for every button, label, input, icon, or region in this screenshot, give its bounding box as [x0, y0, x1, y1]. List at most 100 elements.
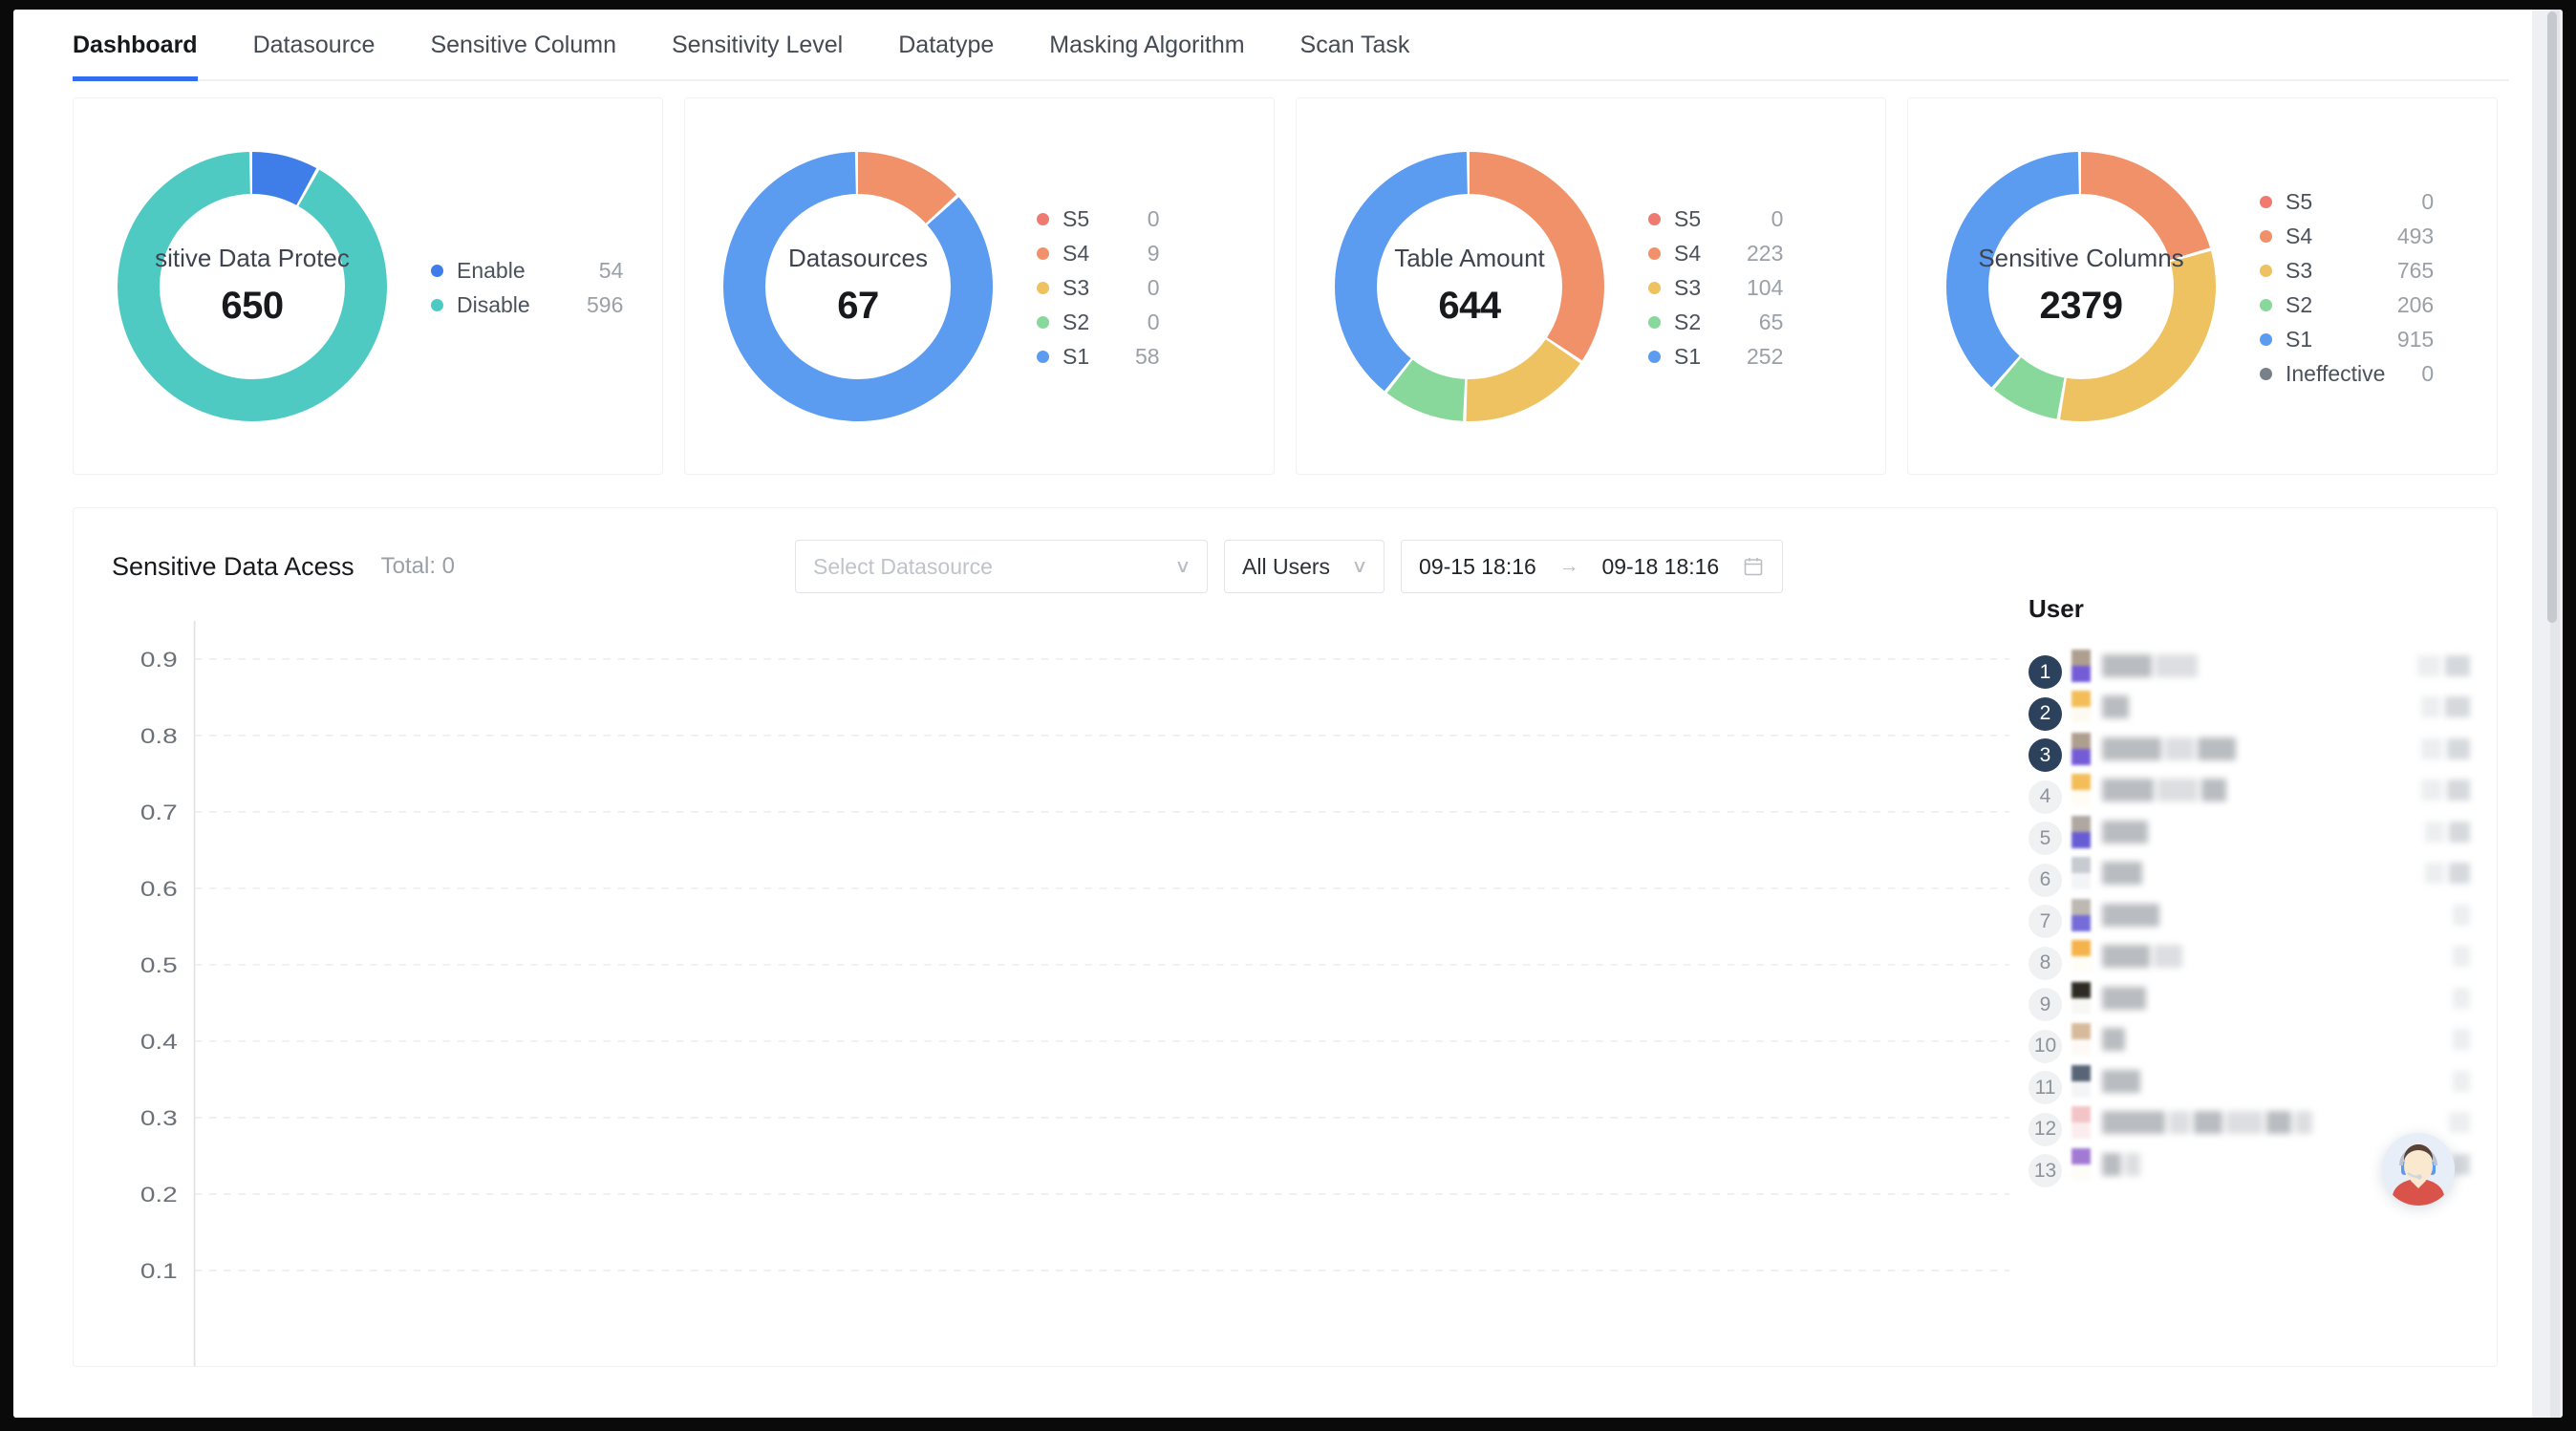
- user-name-redacted: [2102, 695, 2129, 719]
- redacted-block: [2165, 737, 2194, 760]
- user-ranking-row[interactable]: 5: [2029, 811, 2497, 856]
- user-rank-badge: 2: [2029, 696, 2062, 731]
- legend-label: S2: [1063, 310, 1090, 334]
- user-rank-badge: 4: [2029, 780, 2062, 814]
- redacted-block: [2453, 1070, 2470, 1092]
- legend-item[interactable]: S3 0: [1037, 271, 1160, 306]
- legend-label: S5: [1674, 206, 1702, 231]
- access-chart-svg: 0.9 0.8 0.7 0.6 0.5 0.4 0.3 0.2 0.1: [140, 620, 2009, 1366]
- legend-item[interactable]: S4 223: [1648, 237, 1783, 271]
- user-name-redacted: [2102, 1028, 2125, 1052]
- redacted-block: [2226, 1111, 2263, 1135]
- user-count-redacted: [2425, 863, 2470, 885]
- redacted-block: [2102, 737, 2161, 760]
- user-ranking-row[interactable]: 11: [2029, 1060, 2497, 1105]
- date-range-end[interactable]: 09-18 18:16: [1601, 554, 1719, 580]
- user-avatar: [2072, 691, 2091, 724]
- date-range-picker[interactable]: 09-15 18:16 → 09-18 18:16: [1401, 540, 1784, 593]
- user-ranking-row[interactable]: 10: [2029, 1019, 2497, 1063]
- redacted-block: [2449, 863, 2470, 885]
- user-avatar: [2072, 898, 2091, 931]
- redacted-block: [2194, 1111, 2222, 1135]
- vertical-scrollbar-track[interactable]: [2547, 10, 2560, 1418]
- legend-value: 493: [2396, 224, 2435, 248]
- page-content: Dashboard Datasource Sensitive Column Sensi…: [13, 10, 2532, 1418]
- donut-chart: Table Amount 644: [1323, 140, 1616, 433]
- legend-item[interactable]: S2 65: [1648, 306, 1783, 340]
- main-tab-bar: Dashboard Datasource Sensitive Column Sensi…: [13, 10, 2532, 81]
- redacted-block: [2102, 1069, 2140, 1093]
- user-name-redacted: [2102, 862, 2142, 886]
- user-ranking-row[interactable]: 7: [2029, 894, 2497, 939]
- legend-item[interactable]: Disable 596: [431, 288, 623, 323]
- donut-chart-svg: [118, 151, 387, 421]
- user-avatar: [2072, 1023, 2091, 1057]
- tab-sensitivity-level[interactable]: Sensitivity Level: [644, 10, 870, 81]
- legend-label: S4: [2286, 224, 2313, 248]
- legend-item[interactable]: S3 104: [1648, 271, 1783, 306]
- user-ranking-row[interactable]: 6: [2029, 853, 2497, 897]
- redacted-block: [2425, 821, 2444, 843]
- legend-item[interactable]: Enable 54: [431, 254, 623, 288]
- legend-item[interactable]: S1 252: [1648, 340, 1783, 374]
- datasource-select[interactable]: Select Datasource ∨: [795, 540, 1209, 593]
- redacted-block: [2102, 903, 2159, 927]
- user-avatar: [2072, 732, 2091, 765]
- date-range-start[interactable]: 09-15 18:16: [1419, 554, 1536, 580]
- kpi-card-table-amount: Table Amount 644 S5 0 S4 223 S3 104 S2 65 S1 252: [1296, 97, 1886, 475]
- legend-item[interactable]: S5 0: [2260, 185, 2434, 220]
- user-rank-badge: 1: [2029, 655, 2062, 690]
- page-right-gutter: [2532, 10, 2563, 1418]
- legend-value: 54: [598, 258, 624, 283]
- user-count-redacted: [2453, 946, 2470, 968]
- legend-item[interactable]: S3 765: [2260, 254, 2434, 288]
- user-select-value: All Users: [1242, 553, 1331, 579]
- tab-datatype[interactable]: Datatype: [870, 10, 1021, 81]
- redacted-block: [2102, 986, 2146, 1010]
- redacted-block: [2421, 780, 2442, 801]
- donut-chart-svg: [1335, 151, 1604, 421]
- user-count-redacted: [2453, 904, 2470, 926]
- tab-masking-algorithm[interactable]: Masking Algorithm: [1021, 10, 1272, 81]
- legend-item[interactable]: S2 206: [2260, 288, 2434, 323]
- user-rank-badge: 11: [2029, 1071, 2062, 1105]
- redacted-block: [2125, 1152, 2140, 1176]
- legend-label: S5: [2286, 189, 2313, 214]
- legend-item[interactable]: S5 0: [1648, 203, 1783, 237]
- user-ranking-row[interactable]: 4: [2029, 770, 2497, 814]
- user-ranking-row[interactable]: 3: [2029, 728, 2497, 773]
- tab-dashboard[interactable]: Dashboard: [73, 10, 225, 81]
- user-ranking-row[interactable]: 2: [2029, 687, 2497, 731]
- legend-label: S5: [1063, 206, 1090, 231]
- user-name-redacted: [2102, 779, 2226, 802]
- donut-chart: sitive Data Protec 650: [106, 140, 398, 433]
- legend-item[interactable]: Ineffective 0: [2260, 357, 2434, 392]
- tab-sensitive-column[interactable]: Sensitive Column: [402, 10, 644, 81]
- tab-datasource[interactable]: Datasource: [225, 10, 403, 81]
- legend-item[interactable]: S4 493: [2260, 220, 2434, 254]
- legend-color-dot: [1037, 351, 1049, 363]
- legend-item[interactable]: S5 0: [1037, 203, 1160, 237]
- redacted-block: [2453, 987, 2470, 1009]
- legend-color-dot: [2260, 299, 2272, 311]
- tab-scan-task[interactable]: Scan Task: [1273, 10, 1438, 81]
- user-select[interactable]: All Users ∨: [1224, 540, 1385, 593]
- legend-item[interactable]: S4 9: [1037, 237, 1160, 271]
- kpi-card-row: sitive Data Protec 650 Enable 54 Disable 596 D…: [13, 81, 2532, 475]
- legend-item[interactable]: S1 58: [1037, 340, 1160, 374]
- user-avatar: [2072, 1064, 2091, 1098]
- user-ranking-row[interactable]: 9: [2029, 977, 2497, 1022]
- legend-item[interactable]: S1 915: [2260, 323, 2434, 357]
- user-rank-badge: 13: [2029, 1154, 2062, 1188]
- calendar-icon: [1742, 555, 1765, 578]
- kpi-card-sensitive-columns: Sensitive Columns 2379 S5 0 S4 493 S3 765 S2 206 S…: [1907, 97, 2498, 475]
- sensitive-data-access-panel: Sensitive Data Acess Total: 0 Select Dat…: [73, 507, 2498, 1367]
- legend-color-dot: [1648, 213, 1661, 225]
- support-chat-avatar[interactable]: [2382, 1133, 2455, 1206]
- legend-label: S2: [1674, 310, 1702, 334]
- legend-label: S1: [2286, 327, 2313, 352]
- legend-item[interactable]: S2 0: [1037, 306, 1160, 340]
- vertical-scrollbar-thumb[interactable]: [2547, 11, 2557, 623]
- user-ranking-row[interactable]: 1: [2029, 645, 2497, 690]
- user-ranking-row[interactable]: 8: [2029, 936, 2497, 980]
